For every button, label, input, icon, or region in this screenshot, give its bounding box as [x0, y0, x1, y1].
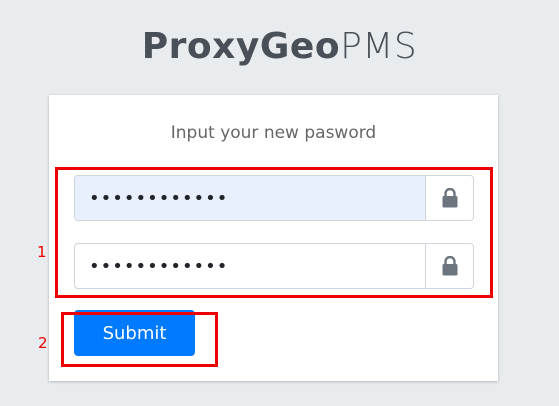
- logo-secondary-text: PMS: [340, 26, 418, 67]
- card-message: Input your new pasword: [170, 123, 377, 143]
- logo-primary-text: ProxyGeo: [141, 26, 341, 67]
- annotation-label-2: 2: [38, 334, 48, 352]
- annotation-label-1: 1: [37, 243, 47, 261]
- annotation-box-1: [55, 167, 493, 298]
- app-logo: ProxyGeoPMS: [0, 22, 559, 72]
- annotation-box-2: [61, 312, 218, 367]
